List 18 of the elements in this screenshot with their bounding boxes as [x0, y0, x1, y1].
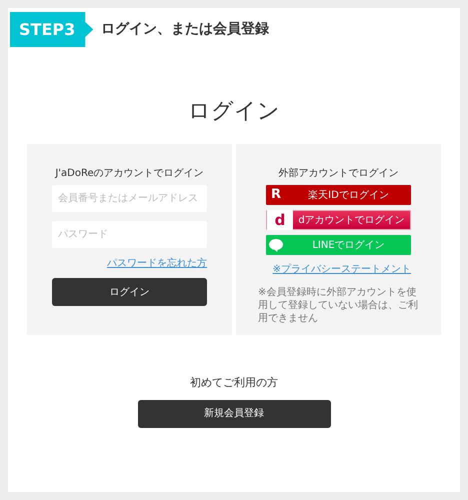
page-heading: ログイン	[187, 98, 281, 126]
step-badge: STEP3	[10, 12, 94, 47]
docomo-login-button[interactable]: d dアカウントでログイン	[266, 210, 411, 230]
privacy-statement-link[interactable]: ※プライバシーステートメント	[272, 264, 411, 275]
panel-title: J'aDoReのアカウントでログイン	[54, 167, 205, 181]
register-button[interactable]: 新規会員登録	[138, 400, 330, 428]
register-title: 初めてご利用の方	[189, 375, 279, 391]
rakuten-login-button[interactable]: R 楽天IDでログイン	[266, 185, 411, 205]
forgot-password-link[interactable]: パスワードを忘れた方	[107, 258, 207, 269]
login-button[interactable]: ログイン	[52, 278, 207, 306]
input-field[interactable]: パスワード	[52, 221, 207, 248]
docomo-logo-icon: d	[267, 210, 293, 230]
step-title: ログイン、または会員登録	[101, 20, 270, 39]
note-text: ※会員登録時に外部アカウントを使用して登録していない場合は、ご利用できません	[258, 286, 419, 325]
panel-title: 外部アカウントでログイン	[278, 166, 400, 181]
chat-bubble-icon	[269, 238, 283, 252]
input-field[interactable]: 会員番号またはメールアドレス	[52, 185, 207, 212]
rakuten-logo-icon: R	[266, 185, 286, 205]
